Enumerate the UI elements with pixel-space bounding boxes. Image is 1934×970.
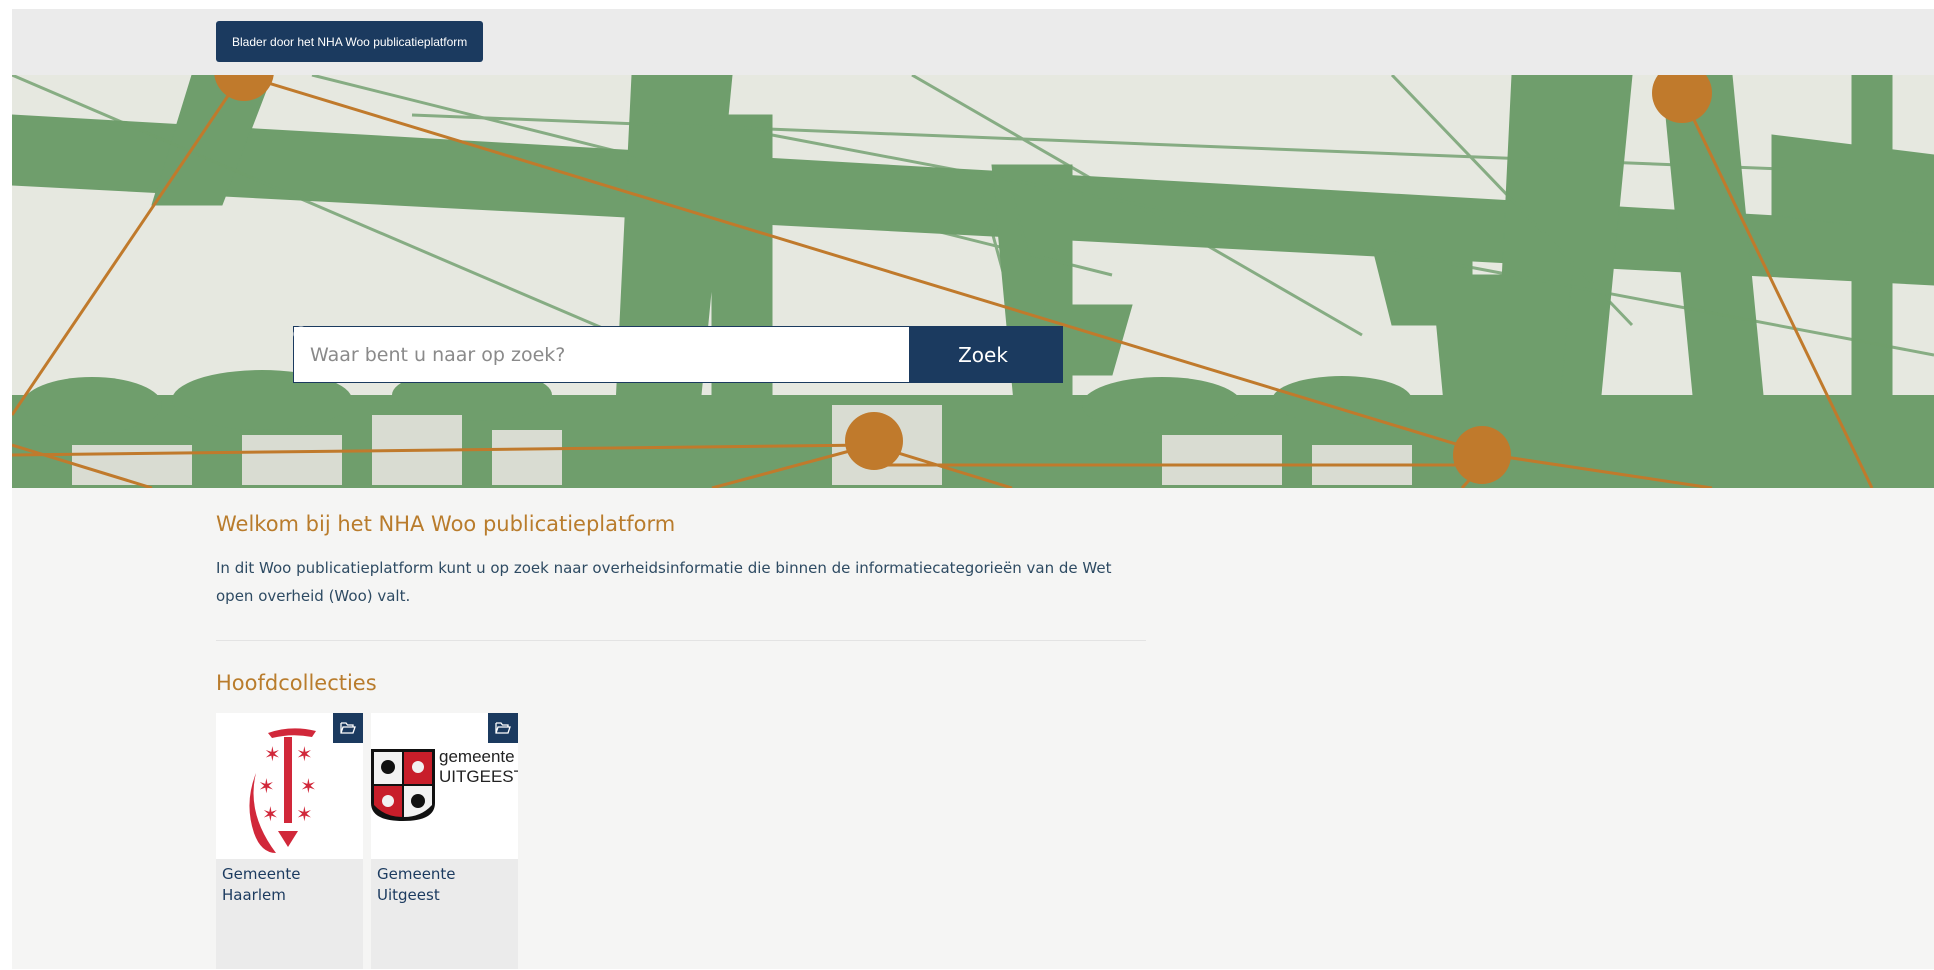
top-bar: Blader door het NHA Woo publicatieplatfo… bbox=[12, 9, 1934, 75]
svg-text:✶: ✶ bbox=[262, 802, 279, 826]
haarlem-logo: ✶ ✶ ✶ ✶ ✶ ✶ bbox=[216, 713, 363, 859]
collection-card-haarlem[interactable]: ✶ ✶ ✶ ✶ ✶ ✶ Gemeente Haarlem bbox=[216, 713, 363, 969]
svg-text:✶: ✶ bbox=[296, 742, 313, 766]
uitgeest-logo-text: gemeente UITGEEST bbox=[439, 747, 518, 787]
hero-background-image bbox=[12, 75, 1934, 488]
collection-label: Gemeente Uitgeest bbox=[377, 865, 456, 904]
svg-text:✶: ✶ bbox=[264, 742, 281, 766]
svg-text:✶: ✶ bbox=[296, 802, 313, 826]
search-button-label: Zoek bbox=[958, 342, 1008, 367]
collections-list: ✶ ✶ ✶ ✶ ✶ ✶ Gemeente Haarlem gemeente UI… bbox=[216, 713, 518, 969]
welcome-title: Welkom bij het NHA Woo publicatieplatfor… bbox=[216, 512, 676, 536]
collection-card-uitgeest[interactable]: gemeente UITGEEST Gemeente Uitgeest bbox=[371, 713, 518, 969]
uitgeest-logo: gemeente UITGEEST bbox=[371, 713, 518, 859]
search-bar: Zoek bbox=[293, 326, 1063, 383]
collections-title: Hoofdcollecties bbox=[216, 671, 377, 695]
browse-platform-button[interactable]: Blader door het NHA Woo publicatieplatfo… bbox=[216, 21, 484, 62]
main-content: Welkom bij het NHA Woo publicatieplatfor… bbox=[216, 488, 1146, 969]
divider bbox=[216, 640, 1146, 641]
logo-text-uitgeest: UITGEEST bbox=[439, 767, 518, 786]
folder-open-icon[interactable] bbox=[488, 713, 518, 743]
search-input[interactable] bbox=[293, 326, 909, 383]
hero-banner: Zoek bbox=[12, 75, 1934, 488]
svg-text:✶: ✶ bbox=[300, 774, 317, 798]
page: Blader door het NHA Woo publicatieplatfo… bbox=[12, 9, 1934, 969]
folder-open-icon[interactable] bbox=[333, 713, 363, 743]
svg-text:✶: ✶ bbox=[258, 774, 275, 798]
welcome-text: In dit Woo publicatieplatform kunt u op … bbox=[216, 559, 1112, 605]
logo-text-gemeente: gemeente bbox=[439, 747, 515, 766]
search-button[interactable]: Zoek bbox=[293, 326, 1063, 383]
collection-label: Gemeente Haarlem bbox=[222, 865, 301, 904]
